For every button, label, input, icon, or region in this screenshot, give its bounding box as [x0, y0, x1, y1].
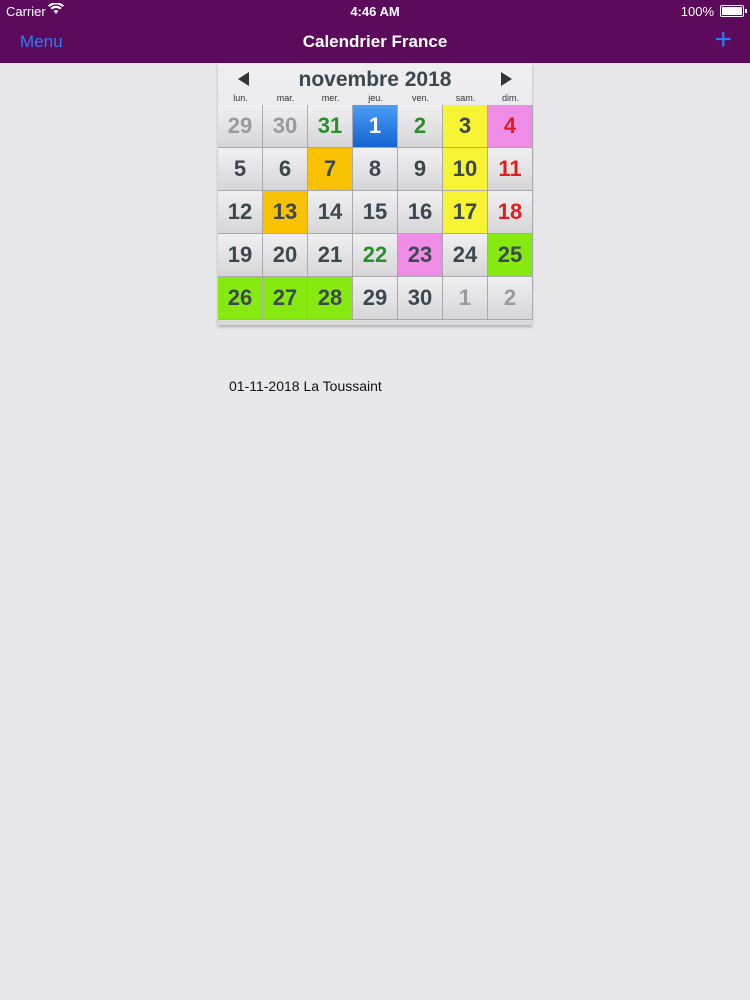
day-cell[interactable]: 9 — [398, 148, 443, 191]
day-cell[interactable]: 7 — [308, 148, 353, 191]
day-cell[interactable]: 2 — [398, 105, 443, 148]
page-title: Calendrier France — [302, 32, 448, 51]
day-cell[interactable]: 1 — [353, 105, 398, 148]
day-cell[interactable]: 27 — [263, 277, 308, 320]
day-cell[interactable]: 15 — [353, 191, 398, 234]
day-cell[interactable]: 30 — [263, 105, 308, 148]
weekday-label: sam. — [455, 93, 476, 103]
weekday-label: mar. — [276, 93, 295, 103]
day-cell[interactable]: 30 — [398, 277, 443, 320]
next-month-icon[interactable] — [501, 72, 512, 86]
day-cell[interactable]: 23 — [398, 234, 443, 277]
day-cell[interactable]: 20 — [263, 234, 308, 277]
day-cell[interactable]: 14 — [308, 191, 353, 234]
day-cell[interactable]: 3 — [443, 105, 488, 148]
day-cell[interactable]: 21 — [308, 234, 353, 277]
day-cell[interactable]: 4 — [488, 105, 533, 148]
day-cell[interactable]: 22 — [353, 234, 398, 277]
day-cell[interactable]: 19 — [218, 234, 263, 277]
weekday-label: dim. — [501, 93, 519, 103]
day-cell[interactable]: 6 — [263, 148, 308, 191]
navigation-bar: Carrier 4:46 AM 100% Menu Calendrier Fra… — [0, 0, 750, 63]
day-cell[interactable]: 25 — [488, 234, 533, 277]
battery-icon — [720, 5, 747, 17]
month-title: novembre 2018 — [298, 68, 452, 91]
day-cell[interactable]: 2 — [488, 277, 533, 320]
day-cell[interactable]: 16 — [398, 191, 443, 234]
day-cell[interactable]: 11 — [488, 148, 533, 191]
day-cell[interactable]: 24 — [443, 234, 488, 277]
calendar-header: novembre 2018 — [218, 63, 532, 93]
calendar-widget: novembre 2018 lun. mar. mer. jeu. ven. sam. di… — [218, 63, 533, 325]
day-cell[interactable]: 8 — [353, 148, 398, 191]
weekday-label: ven. — [411, 93, 429, 103]
weekday-label: lun. — [233, 93, 248, 103]
day-cell[interactable]: 28 — [308, 277, 353, 320]
day-cell[interactable]: 29 — [353, 277, 398, 320]
weekday-label: jeu. — [368, 93, 383, 103]
day-cell[interactable]: 17 — [443, 191, 488, 234]
day-cell[interactable]: 12 — [218, 191, 263, 234]
day-cell[interactable]: 29 — [218, 105, 263, 148]
add-button[interactable]: + — [714, 25, 732, 55]
clock-label: 4:46 AM — [350, 4, 400, 19]
weekday-label: mer. — [321, 93, 340, 103]
battery-label: 100% — [680, 4, 714, 19]
weekday-header: lun. mar. mer. jeu. ven. sam. dim. — [218, 93, 532, 105]
day-cell[interactable]: 13 — [263, 191, 308, 234]
day-cell[interactable]: 1 — [443, 277, 488, 320]
day-cell[interactable]: 31 — [308, 105, 353, 148]
day-cell[interactable]: 10 — [443, 148, 488, 191]
day-cell[interactable]: 26 — [218, 277, 263, 320]
day-cell[interactable]: 5 — [218, 148, 263, 191]
calendar-grid: 29 30 31 1 2 3 4 5 6 7 8 9 10 11 12 13 14 15 16 17 18 19 20 21 2… — [218, 105, 533, 325]
day-cell[interactable]: 18 — [488, 191, 533, 234]
event-item[interactable]: 01-11-2018 La Toussaint — [229, 378, 382, 394]
